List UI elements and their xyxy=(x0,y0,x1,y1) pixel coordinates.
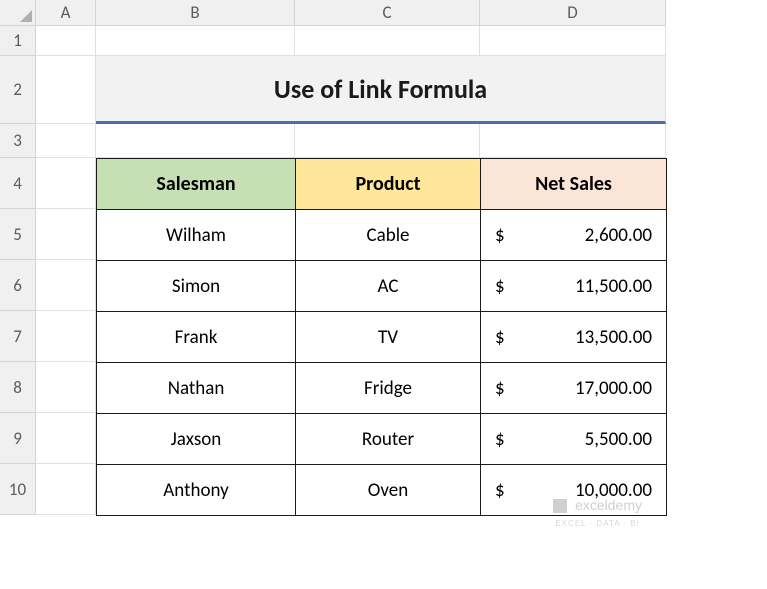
col-header-a[interactable]: A xyxy=(36,0,96,26)
row-header-10[interactable]: 10 xyxy=(0,464,36,515)
col-header-c[interactable]: C xyxy=(295,0,480,26)
cell-c3[interactable] xyxy=(295,124,480,158)
cell-netsales[interactable]: $ 5,500.00 xyxy=(481,414,667,465)
sales-value: 17,000.00 xyxy=(575,377,652,400)
cell-a1[interactable] xyxy=(36,26,96,56)
watermark-icon xyxy=(553,499,567,513)
currency-symbol: $ xyxy=(495,326,505,349)
cell-netsales[interactable]: $ 17,000.00 xyxy=(481,363,667,414)
cell-a2[interactable] xyxy=(36,56,96,124)
cell-a3[interactable] xyxy=(36,124,96,158)
row-header-2[interactable]: 2 xyxy=(0,56,36,124)
row-header-1[interactable]: 1 xyxy=(0,26,36,56)
sales-value: 13,500.00 xyxy=(575,326,652,349)
row-header-8[interactable]: 8 xyxy=(0,362,36,413)
sales-value: 5,500.00 xyxy=(585,428,652,451)
header-product[interactable]: Product xyxy=(296,159,481,210)
cell-a7[interactable] xyxy=(36,311,96,362)
cell-product[interactable]: Fridge xyxy=(296,363,481,414)
cell-b3[interactable] xyxy=(96,124,295,158)
currency-symbol: $ xyxy=(495,428,505,451)
currency-symbol: $ xyxy=(495,275,505,298)
currency-symbol: $ xyxy=(495,377,505,400)
header-netsales[interactable]: Net Sales xyxy=(481,159,667,210)
table-row: Wilham Cable $ 2,600.00 xyxy=(97,210,667,261)
cell-netsales[interactable]: $ 11,500.00 xyxy=(481,261,667,312)
sales-value: 2,600.00 xyxy=(585,224,652,247)
table-row: Nathan Fridge $ 17,000.00 xyxy=(97,363,667,414)
row-header-3[interactable]: 3 xyxy=(0,124,36,158)
cell-d3[interactable] xyxy=(480,124,666,158)
row-headers: 1 2 3 4 5 6 7 8 9 10 xyxy=(0,26,36,515)
col-header-d[interactable]: D xyxy=(480,0,666,26)
cell-salesman[interactable]: Simon xyxy=(97,261,296,312)
col-header-b[interactable]: B xyxy=(96,0,295,26)
cell-a4[interactable] xyxy=(36,158,96,209)
cell-salesman[interactable]: Anthony xyxy=(97,465,296,516)
table-header-row: Salesman Product Net Sales xyxy=(97,159,667,210)
cell-salesman[interactable]: Frank xyxy=(97,312,296,363)
row-header-9[interactable]: 9 xyxy=(0,413,36,464)
row-header-5[interactable]: 5 xyxy=(0,209,36,260)
cell-a8[interactable] xyxy=(36,362,96,413)
select-all-corner[interactable] xyxy=(0,0,36,26)
currency-symbol: $ xyxy=(495,479,505,502)
row-header-6[interactable]: 6 xyxy=(0,260,36,311)
sales-value: 11,500.00 xyxy=(575,275,652,298)
table-row: Frank TV $ 13,500.00 xyxy=(97,312,667,363)
cell-d1[interactable] xyxy=(480,26,666,56)
cell-product[interactable]: Cable xyxy=(296,210,481,261)
table-row: Simon AC $ 11,500.00 xyxy=(97,261,667,312)
watermark-tagline: EXCEL · DATA · BI xyxy=(555,519,639,528)
cell-product[interactable]: AC xyxy=(296,261,481,312)
watermark: exceldemy EXCEL · DATA · BI xyxy=(553,497,642,529)
cell-salesman[interactable]: Wilham xyxy=(97,210,296,261)
header-salesman[interactable]: Salesman xyxy=(97,159,296,210)
cell-product[interactable]: Oven xyxy=(296,465,481,516)
watermark-brand: exceldemy xyxy=(575,497,642,513)
title-cell[interactable]: Use of Link Formula xyxy=(96,56,666,124)
cell-c1[interactable] xyxy=(295,26,480,56)
cell-salesman[interactable]: Jaxson xyxy=(97,414,296,465)
data-table: Salesman Product Net Sales Wilham Cable … xyxy=(96,158,667,516)
currency-symbol: $ xyxy=(495,224,505,247)
cell-netsales[interactable]: $ 2,600.00 xyxy=(481,210,667,261)
cell-netsales[interactable]: $ 13,500.00 xyxy=(481,312,667,363)
row-header-7[interactable]: 7 xyxy=(0,311,36,362)
column-headers: A B C D xyxy=(36,0,666,26)
row-header-4[interactable]: 4 xyxy=(0,158,36,209)
cell-product[interactable]: TV xyxy=(296,312,481,363)
table-row: Jaxson Router $ 5,500.00 xyxy=(97,414,667,465)
grid-row: Use of Link Formula xyxy=(36,56,666,124)
cell-salesman[interactable]: Nathan xyxy=(97,363,296,414)
grid-row xyxy=(36,26,666,56)
grid-row xyxy=(36,124,666,158)
cell-a6[interactable] xyxy=(36,260,96,311)
cell-a5[interactable] xyxy=(36,209,96,260)
cell-a9[interactable] xyxy=(36,413,96,464)
cell-product[interactable]: Router xyxy=(296,414,481,465)
cell-a10[interactable] xyxy=(36,464,96,515)
cell-b1[interactable] xyxy=(96,26,295,56)
